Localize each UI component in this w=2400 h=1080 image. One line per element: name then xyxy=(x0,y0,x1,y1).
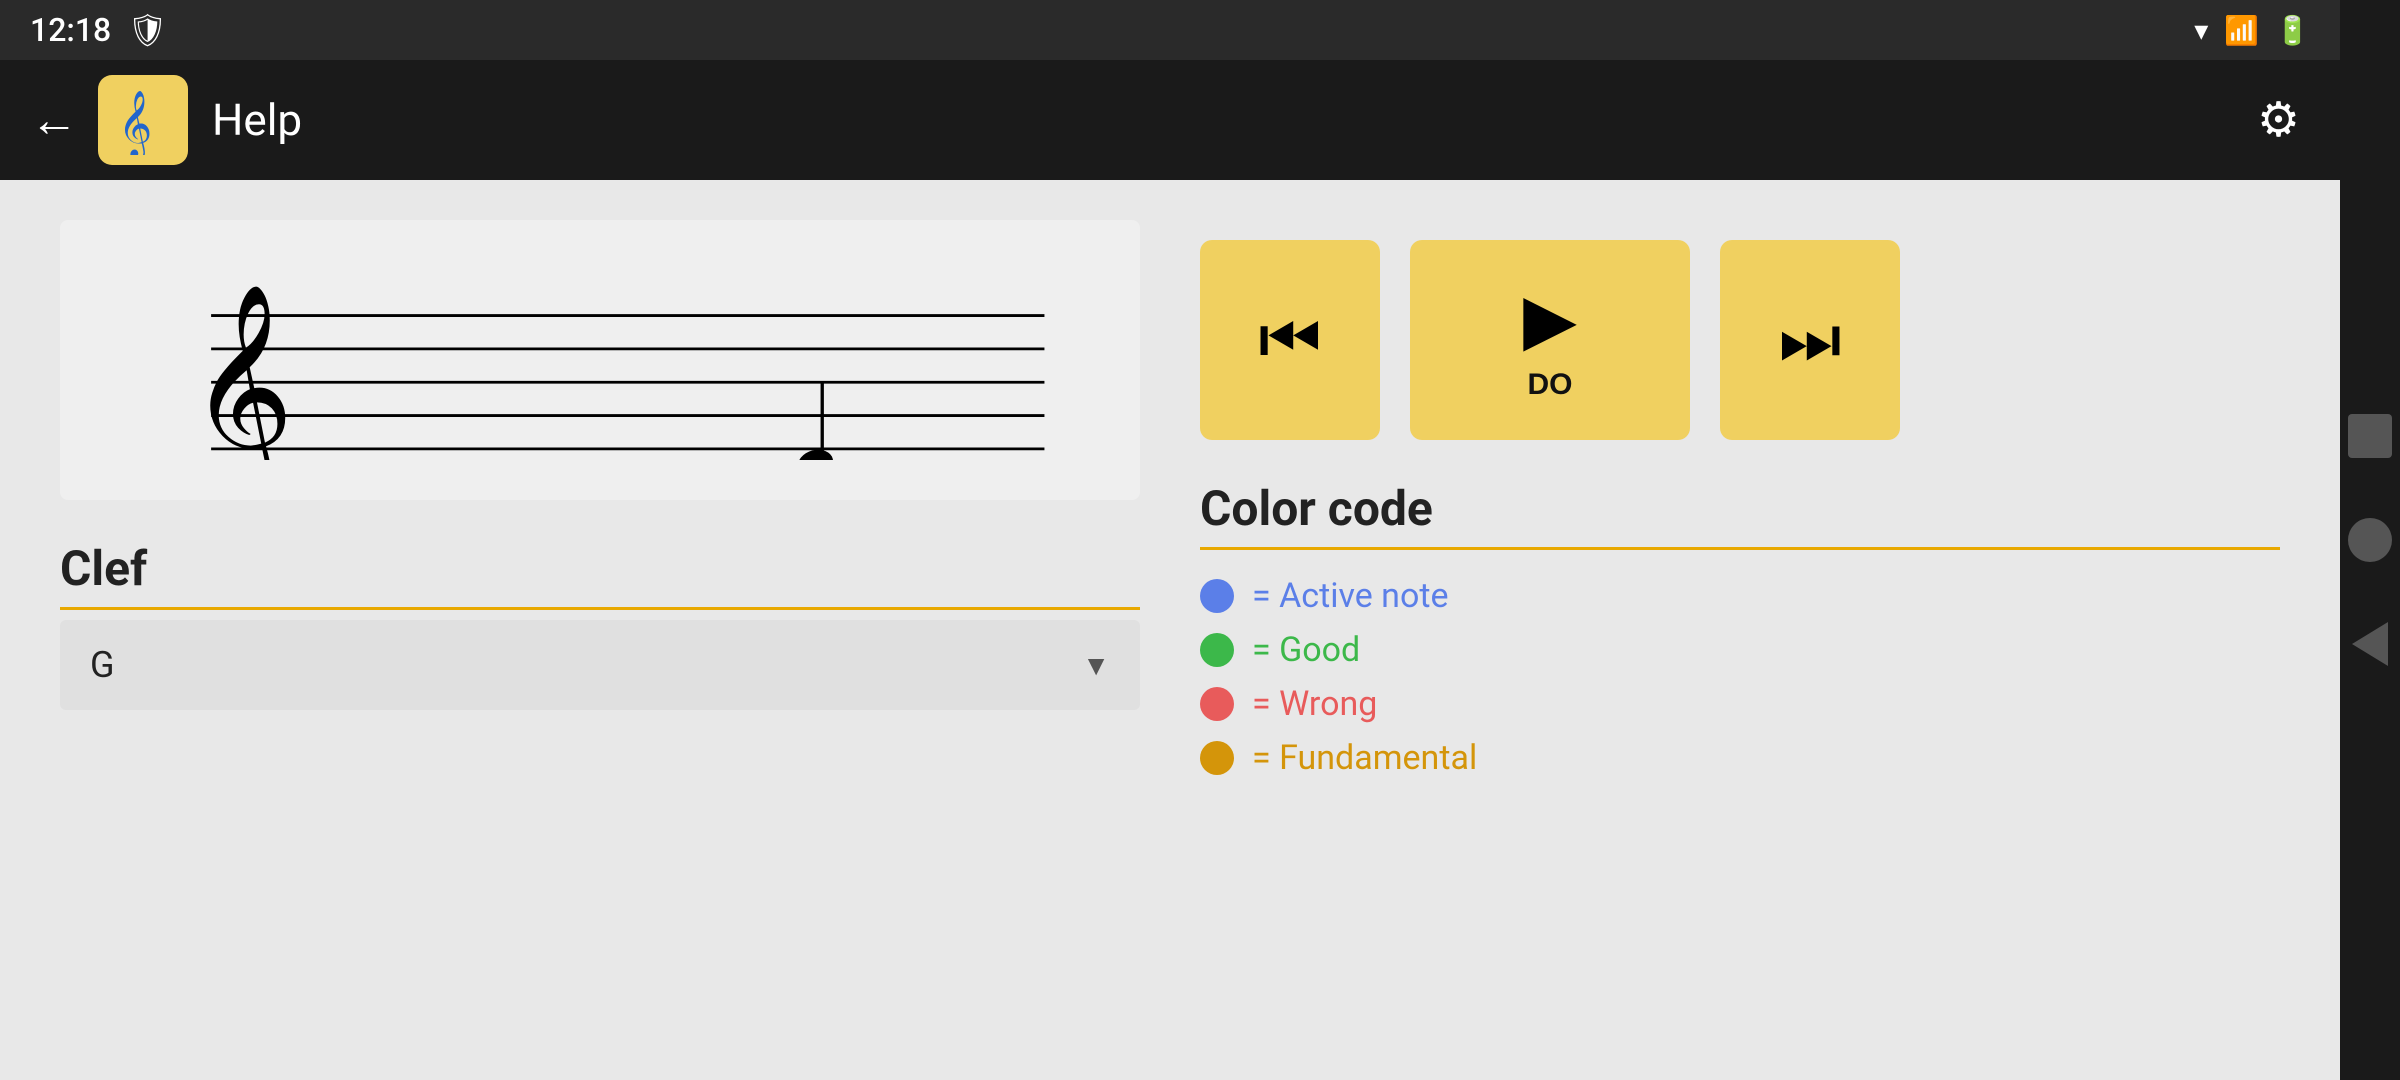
status-right: ▾ 📶 🔋 xyxy=(2194,14,2310,47)
app-icon: 𝄞 xyxy=(98,75,188,165)
playback-buttons: ⏮ ▶ DO ⏭ xyxy=(1200,220,2280,440)
play-icon: ▶ xyxy=(1523,278,1577,360)
battery-icon: 🔋 xyxy=(2275,14,2310,47)
color-code-title: Color code xyxy=(1200,480,2280,537)
svg-text:𝄞: 𝄞 xyxy=(118,90,152,155)
status-time: 12:18 xyxy=(30,11,111,49)
wifi-icon: ▾ xyxy=(2194,14,2208,47)
clef-title: Clef xyxy=(60,540,1140,597)
status-bar: 12:18 🛡 ▾ 📶 🔋 xyxy=(0,0,2340,60)
main-content: 𝄞 Clef G ▼ ⏮ ▶ DO xyxy=(0,180,2340,1080)
prev-icon: ⏮ xyxy=(1259,299,1322,381)
color-code-divider xyxy=(1200,547,2280,550)
status-left: 12:18 🛡 xyxy=(30,11,168,49)
clef-dropdown[interactable]: G ▼ xyxy=(60,620,1140,710)
shield-icon: 🛡 xyxy=(127,11,168,49)
signal-icon: 📶 xyxy=(2224,14,2259,47)
chevron-down-icon: ▼ xyxy=(1082,649,1110,682)
music-staff: 𝄞 xyxy=(90,260,1110,460)
app-bar: ← 𝄞 Help ⚙ xyxy=(0,60,2340,180)
left-panel: 𝄞 Clef G ▼ xyxy=(60,220,1140,1040)
color-item-good: = Good xyxy=(1200,630,2280,670)
fundamental-label: = Fundamental xyxy=(1252,738,1477,778)
color-item-fundamental: = Fundamental xyxy=(1200,738,2280,778)
clef-value: G xyxy=(90,644,115,686)
wrong-label: = Wrong xyxy=(1252,684,1377,724)
active-note-dot xyxy=(1200,579,1234,613)
active-note-label: = Active note xyxy=(1252,576,1449,616)
play-button[interactable]: ▶ DO xyxy=(1410,240,1690,440)
staff-container: 𝄞 xyxy=(60,220,1140,500)
next-button[interactable]: ⏭ xyxy=(1720,240,1900,440)
note-label: DO xyxy=(1528,368,1573,402)
next-icon: ⏭ xyxy=(1779,299,1842,381)
side-nav xyxy=(2340,0,2400,1080)
back-nav-button[interactable] xyxy=(2352,622,2388,666)
color-items: = Active note = Good = Wrong = Fundament… xyxy=(1200,560,2280,778)
page-title: Help xyxy=(212,94,2257,146)
fundamental-dot xyxy=(1200,741,1234,775)
right-panel: ⏮ ▶ DO ⏭ Color code = Active note xyxy=(1200,220,2280,1040)
clef-section: Clef G ▼ xyxy=(60,540,1140,710)
clef-divider xyxy=(60,607,1140,610)
good-label: = Good xyxy=(1252,630,1360,670)
color-item-wrong: = Wrong xyxy=(1200,684,2280,724)
prev-button[interactable]: ⏮ xyxy=(1200,240,1380,440)
circle-nav-button[interactable] xyxy=(2348,518,2392,562)
color-item-active: = Active note xyxy=(1200,576,2280,616)
wrong-dot xyxy=(1200,687,1234,721)
svg-text:𝄞: 𝄞 xyxy=(189,286,294,460)
color-code-section: Color code = Active note = Good = Wrong xyxy=(1200,480,2280,778)
settings-button[interactable]: ⚙ xyxy=(2257,92,2300,148)
good-dot xyxy=(1200,633,1234,667)
square-nav-button[interactable] xyxy=(2348,414,2392,458)
back-button[interactable]: ← xyxy=(30,93,78,148)
treble-clef-icon: 𝄞 xyxy=(108,85,178,155)
